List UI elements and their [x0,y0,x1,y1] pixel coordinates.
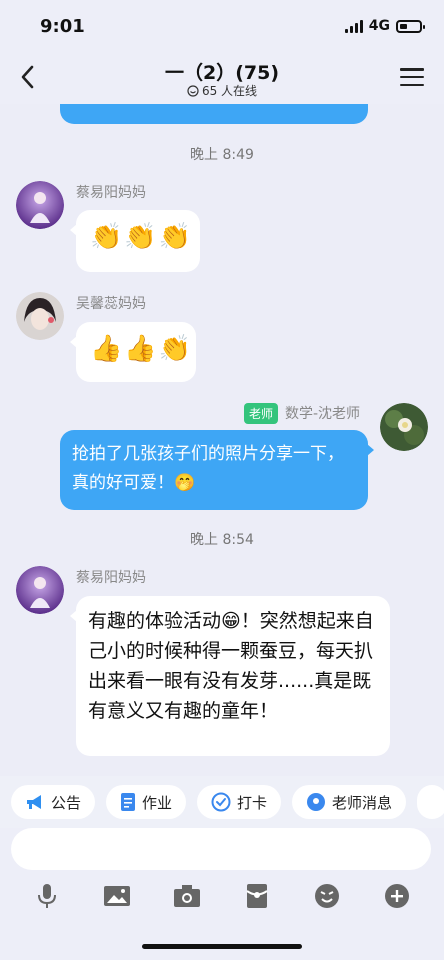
shortcut-label: 公告 [51,793,82,812]
voice-button[interactable] [31,880,63,912]
group-title: 一（2）(75) [164,62,280,84]
shortcut-teacher-message[interactable]: 老师消息 [292,785,407,819]
sender-name: 蔡易阳妈妈 [76,185,146,201]
shortcut-announcement[interactable]: 公告 [11,785,96,819]
avatar[interactable] [16,292,64,340]
online-count: 65 人在线 [0,82,444,99]
avatar-image [16,292,64,340]
shortcut-homework[interactable]: 作业 [106,785,187,819]
sender-name: 数学-沈老师 [285,406,361,422]
red-packet-button[interactable] [241,880,273,912]
chat-header: 一（2）(75) 65 人在线 [0,52,444,104]
document-icon [121,793,136,811]
network-label: 4G [368,18,390,34]
teacher-tag: 老师 [244,403,279,424]
avatar-image [380,403,428,451]
message-bubble[interactable]: 抢拍了几张孩子们的照片分享一下，真的好可爱！🤭 [60,430,374,510]
message-text: 抢拍了几张孩子们的照片分享一下，真的好可爱！🤭 [72,444,344,493]
microphone-icon [38,884,56,908]
avatar-image [16,566,64,614]
check-circle-icon [211,792,231,812]
time-separator: 晚上 8:49 [190,147,254,163]
message-text: 有趣的体验活动😁！突然想起来自己小的时候种得一颗蚕豆，每天扒出来看一眼有没有发芽… [88,610,374,722]
camera-icon [174,885,200,907]
message-bubble[interactable]: 👏👏👏 [70,210,200,272]
message-input[interactable] [11,828,431,870]
signal-icon [344,19,363,33]
shortcut-more[interactable] [417,785,444,819]
camera-button[interactable] [171,880,203,912]
online-icon [187,84,199,97]
status-time: 9:01 [40,16,85,37]
online-count-label: 65 人在线 [201,84,258,98]
sender-name: 吴馨蕊妈妈 [76,296,146,312]
message-bubble[interactable]: 有趣的体验活动😁！突然想起来自己小的时候种得一颗蚕豆，每天扒出来看一眼有没有发芽… [70,596,390,756]
megaphone-icon [27,795,41,809]
shortcut-bar: 公告 作业 打卡 老师消息 [0,776,444,828]
message-text: 👏👏👏 [90,222,194,252]
plus-icon [385,884,409,908]
image-button[interactable] [101,880,133,912]
message-text: 👍👍👏 [90,334,194,364]
status-bar: 9:01 4G [0,0,444,52]
time-separator: 晚上 8:54 [190,532,254,548]
home-indicator [142,944,302,949]
message-bubble[interactable]: 👍👍👏 [70,322,196,382]
previous-message-bubble[interactable] [60,104,368,124]
emoji-button[interactable] [311,880,343,912]
status-indicators: 4G [344,18,425,34]
teacher-message-icon [307,793,326,811]
image-icon [104,886,130,906]
chat-messages[interactable]: 晚上 8:49 蔡易阳妈妈 👏👏👏 吴馨蕊妈妈 👍👍👏 老师 数学-沈老师 抢拍… [0,104,444,776]
red-packet-icon [246,884,268,908]
emoji-icon [315,884,339,908]
input-toolbar [0,876,444,916]
shortcut-label: 老师消息 [332,793,393,812]
shortcut-label: 打卡 [237,793,268,812]
avatar-image [16,181,64,229]
avatar[interactable] [16,181,64,229]
more-button[interactable] [381,880,413,912]
avatar[interactable] [16,566,64,614]
sender-name: 蔡易阳妈妈 [76,570,146,586]
avatar[interactable] [380,403,428,451]
battery-icon [396,19,425,33]
shortcut-label: 作业 [142,793,173,812]
shortcut-checkin[interactable]: 打卡 [197,785,282,819]
menu-button[interactable] [400,66,424,88]
